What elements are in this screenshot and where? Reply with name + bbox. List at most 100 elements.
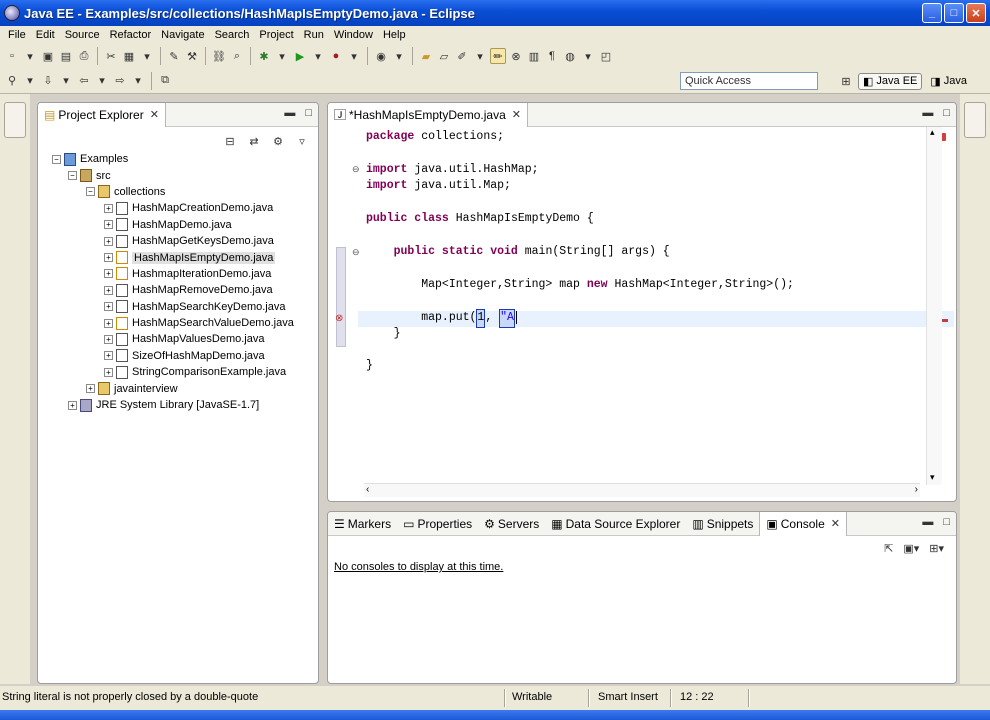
fold-collapse-icon[interactable]: ⊖ (352, 247, 360, 258)
horizontal-scrollbar[interactable]: ‹ › (364, 483, 920, 497)
menu-window[interactable]: Window (329, 29, 378, 41)
menu-help[interactable]: Help (378, 29, 411, 41)
run-dropdown-icon[interactable]: ▾ (310, 48, 326, 64)
server-dropdown-icon[interactable]: ▾ (139, 48, 155, 64)
restore-view-button[interactable] (4, 102, 26, 138)
new-java-dropdown-icon[interactable]: ▾ (391, 48, 407, 64)
collapse-toggle-icon[interactable]: − (52, 154, 61, 164)
minimize-view-icon[interactable]: ▬ (284, 107, 295, 119)
menu-file[interactable]: File (3, 29, 31, 41)
menu-source[interactable]: Source (60, 29, 105, 41)
scroll-right-icon[interactable]: › (915, 484, 918, 495)
expand-toggle-icon[interactable]: + (104, 302, 113, 312)
tree-item-file-selected[interactable]: + HashMapIsEmptyDemo.java (48, 249, 294, 265)
expand-toggle-icon[interactable]: + (104, 334, 113, 344)
close-button[interactable]: ✕ (966, 3, 986, 23)
open-perspective-icon[interactable]: ⧉ (157, 73, 173, 89)
quick-access-input[interactable]: Quick Access (680, 72, 818, 90)
collapse-toggle-icon[interactable]: − (86, 187, 95, 197)
web-browser-icon[interactable]: ◍ (562, 48, 578, 64)
expand-toggle-icon[interactable]: + (104, 367, 113, 377)
toggle-whitespace-icon[interactable]: ⊗ (508, 48, 524, 64)
scroll-left-icon[interactable]: ‹ (366, 484, 369, 495)
scroll-down-icon[interactable]: ▾ (930, 472, 935, 483)
back-icon[interactable]: ⇦ (76, 73, 92, 89)
tree-item-package-javainterview[interactable]: + javainterview (48, 380, 294, 396)
expand-toggle-icon[interactable]: + (104, 253, 113, 263)
menu-navigate[interactable]: Navigate (156, 29, 209, 41)
fold-collapse-icon[interactable]: ⊖ (352, 164, 360, 175)
display-console-icon[interactable]: ▣▾ (903, 542, 919, 555)
restore-outline-button[interactable] (964, 102, 986, 138)
open-perspective-icon[interactable]: ⊞ (838, 73, 854, 89)
back-dropdown-icon[interactable]: ▾ (94, 73, 110, 89)
tree-item-file[interactable]: + HashMapCreationDemo.java (48, 200, 294, 216)
perspective-java-ee-button[interactable]: ◧ Java EE (858, 72, 923, 90)
save-icon[interactable]: ▣ (40, 48, 56, 64)
tree-item-file[interactable]: + HashMapDemo.java (48, 217, 294, 233)
menu-edit[interactable]: Edit (31, 29, 60, 41)
tree-item-file[interactable]: + HashMapRemoveDemo.java (48, 282, 294, 298)
tree-item-package-collections[interactable]: − collections (48, 184, 294, 200)
tree-item-src[interactable]: − src (48, 167, 294, 183)
minimize-button[interactable]: _ (922, 3, 942, 23)
tree-item-file[interactable]: + StringComparisonExample.java (48, 364, 294, 380)
tab-properties[interactable]: ▭ Properties (397, 512, 478, 536)
expand-toggle-icon[interactable]: + (86, 384, 95, 394)
next-annotation-dropdown-icon[interactable]: ▾ (58, 73, 74, 89)
linked-argument[interactable]: 1 (476, 309, 486, 328)
tab-servers[interactable]: ⚙ Servers (478, 512, 545, 536)
collapse-toggle-icon[interactable]: − (68, 171, 77, 181)
open-task-dropdown-icon[interactable]: ▾ (472, 48, 488, 64)
tree-item-file[interactable]: + HashMapSearchKeyDemo.java (48, 299, 294, 315)
show-whitespace-icon[interactable]: ¶ (544, 48, 560, 64)
tab-project-explorer[interactable]: ▤ Project Explorer ✕ (38, 103, 166, 127)
tab-data-source-explorer[interactable]: ▦ Data Source Explorer (545, 512, 686, 536)
external-tools-icon[interactable]: ● (328, 48, 344, 64)
tab-console[interactable]: ▣ Console ✕ (759, 512, 847, 536)
next-annotation-icon[interactable]: ⇩ (40, 73, 56, 89)
tree-item-file[interactable]: + HashmapIterationDemo.java (48, 266, 294, 282)
forward-dropdown-icon[interactable]: ▾ (130, 73, 146, 89)
view-menu-icon[interactable]: ⚙ (270, 133, 286, 149)
close-tab-icon[interactable]: ✕ (831, 517, 840, 530)
maximize-view-icon[interactable]: □ (305, 107, 312, 119)
dropdown-icon[interactable]: ▾ (22, 48, 38, 64)
tree-item-file[interactable]: + HashMapValuesDemo.java (48, 331, 294, 347)
open-folder-icon[interactable]: ▰ (418, 48, 434, 64)
tab-snippets[interactable]: ▥ Snippets (686, 512, 759, 536)
expand-toggle-icon[interactable]: + (104, 351, 113, 361)
close-tab-icon[interactable]: ✕ (512, 108, 521, 121)
tab-hashmap-isempty-demo[interactable]: 🄹 *HashMapIsEmptyDemo.java ✕ (328, 103, 528, 127)
minimize-view-icon[interactable]: ▬ (922, 107, 933, 119)
debug-dropdown-icon[interactable]: ▾ (274, 48, 290, 64)
forward-icon[interactable]: ⇨ (112, 73, 128, 89)
pin-dropdown-icon[interactable]: ▾ (22, 73, 38, 89)
debug-icon[interactable]: ✱ (256, 48, 272, 64)
scroll-up-icon[interactable]: ▴ (930, 127, 935, 138)
expand-toggle-icon[interactable]: + (104, 236, 113, 246)
search-tool-icon[interactable]: ⌕ (229, 48, 245, 64)
external-dropdown-icon[interactable]: ▾ (346, 48, 362, 64)
tree-item-library[interactable]: + JRE System Library [JavaSE-1.7] (48, 397, 294, 413)
maximize-view-icon[interactable]: □ (943, 516, 950, 528)
link-with-editor-icon[interactable]: ⇄ (246, 133, 262, 149)
tree-item-file[interactable]: + SizeOfHashMapDemo.java (48, 348, 294, 364)
perspective-java-button[interactable]: ◨ Java (926, 74, 971, 89)
vertical-scrollbar[interactable]: ▴ ▾ (926, 127, 942, 485)
menu-search[interactable]: Search (210, 29, 255, 41)
run-icon[interactable]: ▶ (292, 48, 308, 64)
menu-run[interactable]: Run (299, 29, 329, 41)
expand-toggle-icon[interactable]: + (104, 285, 113, 295)
tab-markers[interactable]: ☰ Markers (328, 512, 397, 536)
block-selection-icon[interactable]: ▥ (526, 48, 542, 64)
tree-item-project[interactable]: − Examples (48, 151, 294, 167)
wizard-icon[interactable]: ✎ (166, 48, 182, 64)
open-type-icon[interactable]: ▱ (436, 48, 452, 64)
minimize-view-icon[interactable]: ▬ (922, 516, 933, 528)
close-tab-icon[interactable]: ✕ (150, 108, 159, 121)
expand-toggle-icon[interactable]: + (104, 220, 113, 230)
expand-toggle-icon[interactable]: + (104, 203, 113, 213)
server-icon[interactable]: ▦ (121, 48, 137, 64)
mark-occurrences-icon[interactable]: ✏ (490, 48, 506, 64)
